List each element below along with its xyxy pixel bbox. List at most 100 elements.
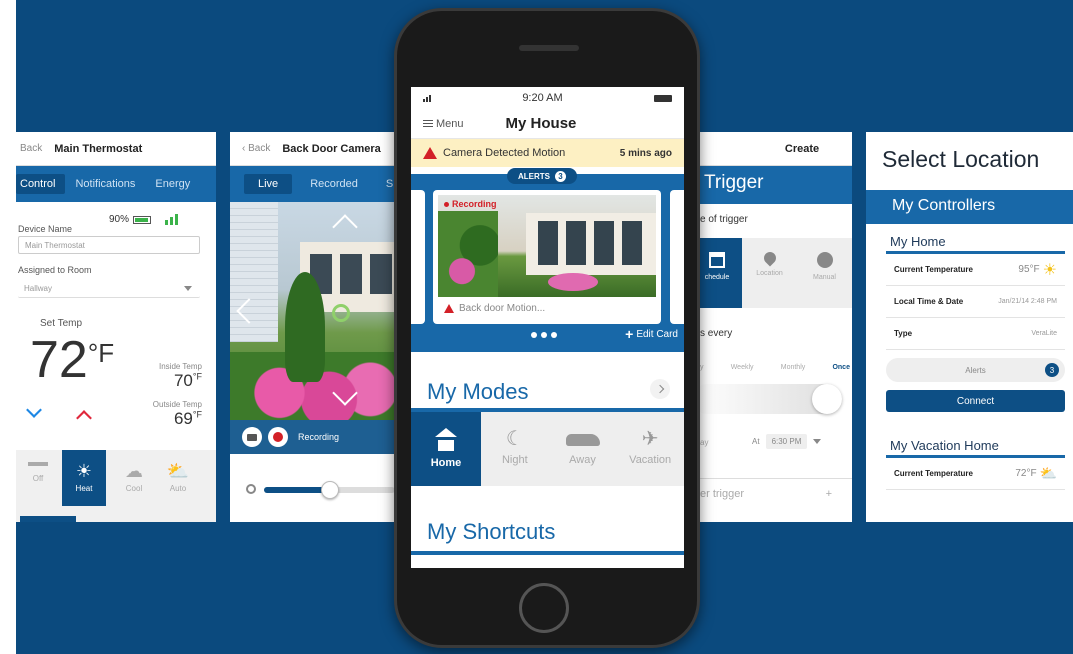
edit-card-button[interactable]: + Edit Card (625, 326, 678, 342)
set-temp-label: Set Temp (40, 318, 83, 329)
vacation-temp-label: Current Temperature (894, 469, 973, 478)
alert-card[interactable]: Recording Back door Motion... (433, 190, 661, 324)
alerts-count-badge: 3 (1045, 363, 1059, 377)
tab-recorded[interactable]: Recorded (300, 174, 368, 194)
mode-auto-label: Auto (169, 484, 187, 493)
mode-vacation[interactable]: ✈ Vacation (616, 412, 684, 486)
screen-title: Select Location (882, 146, 1040, 172)
device-name-field[interactable]: Main Thermostat (18, 236, 200, 254)
device-name-label: Device Name (18, 224, 73, 234)
tab-notifications[interactable]: Notifications (65, 174, 145, 194)
zoom-slider[interactable] (264, 481, 395, 499)
mode-off[interactable]: Off (16, 450, 60, 506)
modes-selector: Home ☾ Night Away ✈ Vacation (411, 412, 684, 486)
battery-icon (133, 215, 152, 224)
mode-night[interactable]: ☾ Night (481, 412, 549, 486)
at-label: At (752, 437, 760, 446)
camera-feed[interactable] (230, 202, 395, 420)
plus-icon: + (625, 326, 634, 342)
recording-label: Recording (298, 432, 340, 442)
back-button[interactable]: Back (20, 143, 42, 154)
alert-time: 5 mins ago (619, 147, 672, 159)
connect-button[interactable]: Connect (886, 390, 1065, 412)
bottom-indicator (20, 516, 76, 522)
time-select[interactable]: At 6:30 PM (752, 434, 822, 449)
app-header: Menu My House (411, 109, 684, 139)
freq-monthly[interactable]: Monthly (781, 364, 806, 371)
freq-weekly[interactable]: Weekly (731, 364, 754, 371)
my-shortcuts-title: My Shortcuts (427, 519, 556, 544)
carousel-dot[interactable] (531, 332, 537, 338)
phone-screen: 9:20 AM Menu My House Camera Detected Mo… (411, 87, 684, 568)
current-temp-row: Current Temperature 95°F ☀ (886, 254, 1065, 286)
camera-snapshot-icon[interactable] (242, 427, 262, 447)
freq-once[interactable]: Once (832, 364, 850, 371)
signal-icon (423, 94, 431, 102)
calendar-icon (709, 252, 725, 268)
alert-text: Camera Detected Motion (443, 147, 566, 159)
home-name[interactable]: My Home (886, 224, 1065, 254)
time-value: 6:30 PM (765, 434, 808, 449)
mode-away[interactable]: Away (549, 412, 617, 486)
frequency-toggle[interactable] (692, 384, 842, 414)
vacation-temp-row: Current Temperature 72°F ⛅ (886, 458, 1065, 490)
play-icon (816, 252, 833, 268)
mode-vacation-label: Vacation (629, 454, 672, 466)
prev-card-peek (411, 190, 425, 324)
phone-speaker (519, 45, 579, 51)
screen-title: Main Thermostat (54, 142, 143, 155)
mode-cool[interactable]: ☁ Cool (112, 450, 156, 506)
tab-s[interactable]: S (376, 174, 395, 194)
menu-button[interactable]: Menu (423, 118, 464, 130)
phone-home-button[interactable] (519, 583, 569, 633)
status-time: 9:20 AM (522, 92, 563, 104)
trigger-banner: Trigger (692, 166, 852, 204)
record-dot-icon (444, 201, 449, 207)
mode-heat[interactable]: ☀ Heat (62, 450, 106, 506)
alerts-row[interactable]: Alerts 3 (886, 358, 1065, 382)
temp-up-button[interactable] (76, 410, 92, 426)
set-temp-unit: °F (87, 338, 115, 368)
local-time-label: Local Time & Date (894, 297, 964, 306)
my-modes-title: My Modes (427, 379, 529, 404)
frequency-options: y Weekly Monthly Once (700, 364, 850, 371)
mode-auto[interactable]: ⛅ Auto (156, 450, 200, 506)
select-location-screen: Select Location My Controllers My Home C… (866, 132, 1073, 522)
add-trigger-row[interactable]: er trigger + (692, 478, 852, 508)
room-select[interactable]: Hallway (18, 280, 200, 298)
carousel-dots (531, 332, 557, 338)
car-icon (565, 434, 600, 446)
carousel-dot[interactable] (551, 332, 557, 338)
date-field[interactable]: ay (700, 438, 708, 447)
motion-alert-bar[interactable]: Camera Detected Motion 5 mins ago (411, 139, 684, 167)
mode-home[interactable]: Home (411, 412, 481, 486)
page-title: My House (505, 115, 577, 132)
pan-up-button[interactable] (332, 214, 358, 240)
alerts-tab: ALERTS 3 (507, 168, 577, 184)
my-modes-chevron[interactable] (650, 379, 670, 399)
freq-daily[interactable]: y (700, 364, 704, 371)
chevron-down-icon (813, 439, 822, 444)
type-location-label: Location (756, 270, 783, 277)
tab-control[interactable]: Control (16, 174, 66, 194)
recording-badge: Recording (444, 199, 497, 209)
vacation-home-name[interactable]: My Vacation Home (886, 412, 1065, 458)
current-temp-value: 95°F (1018, 264, 1040, 275)
carousel-dot[interactable] (541, 332, 547, 338)
camera-controls: Recording (230, 420, 395, 454)
tab-live[interactable]: Live (244, 174, 293, 194)
back-button[interactable]: ‹ Back (242, 143, 270, 154)
focus-target-icon (332, 304, 350, 322)
type-row: Type VeraLite (886, 318, 1065, 350)
back-label: Back (248, 143, 271, 154)
type-location[interactable]: Location (742, 238, 797, 308)
record-button[interactable] (268, 427, 288, 447)
type-manual[interactable]: Manual (797, 238, 852, 308)
edit-card-label: Edit Card (636, 328, 678, 340)
temp-down-button[interactable] (26, 402, 42, 418)
battery-status: 90% (109, 214, 179, 225)
mode-night-label: Night (501, 454, 528, 466)
alerts-count-badge: 3 (555, 170, 566, 182)
zoom-slider-thumb[interactable] (321, 481, 339, 499)
tab-energy[interactable]: Energy (145, 174, 200, 194)
